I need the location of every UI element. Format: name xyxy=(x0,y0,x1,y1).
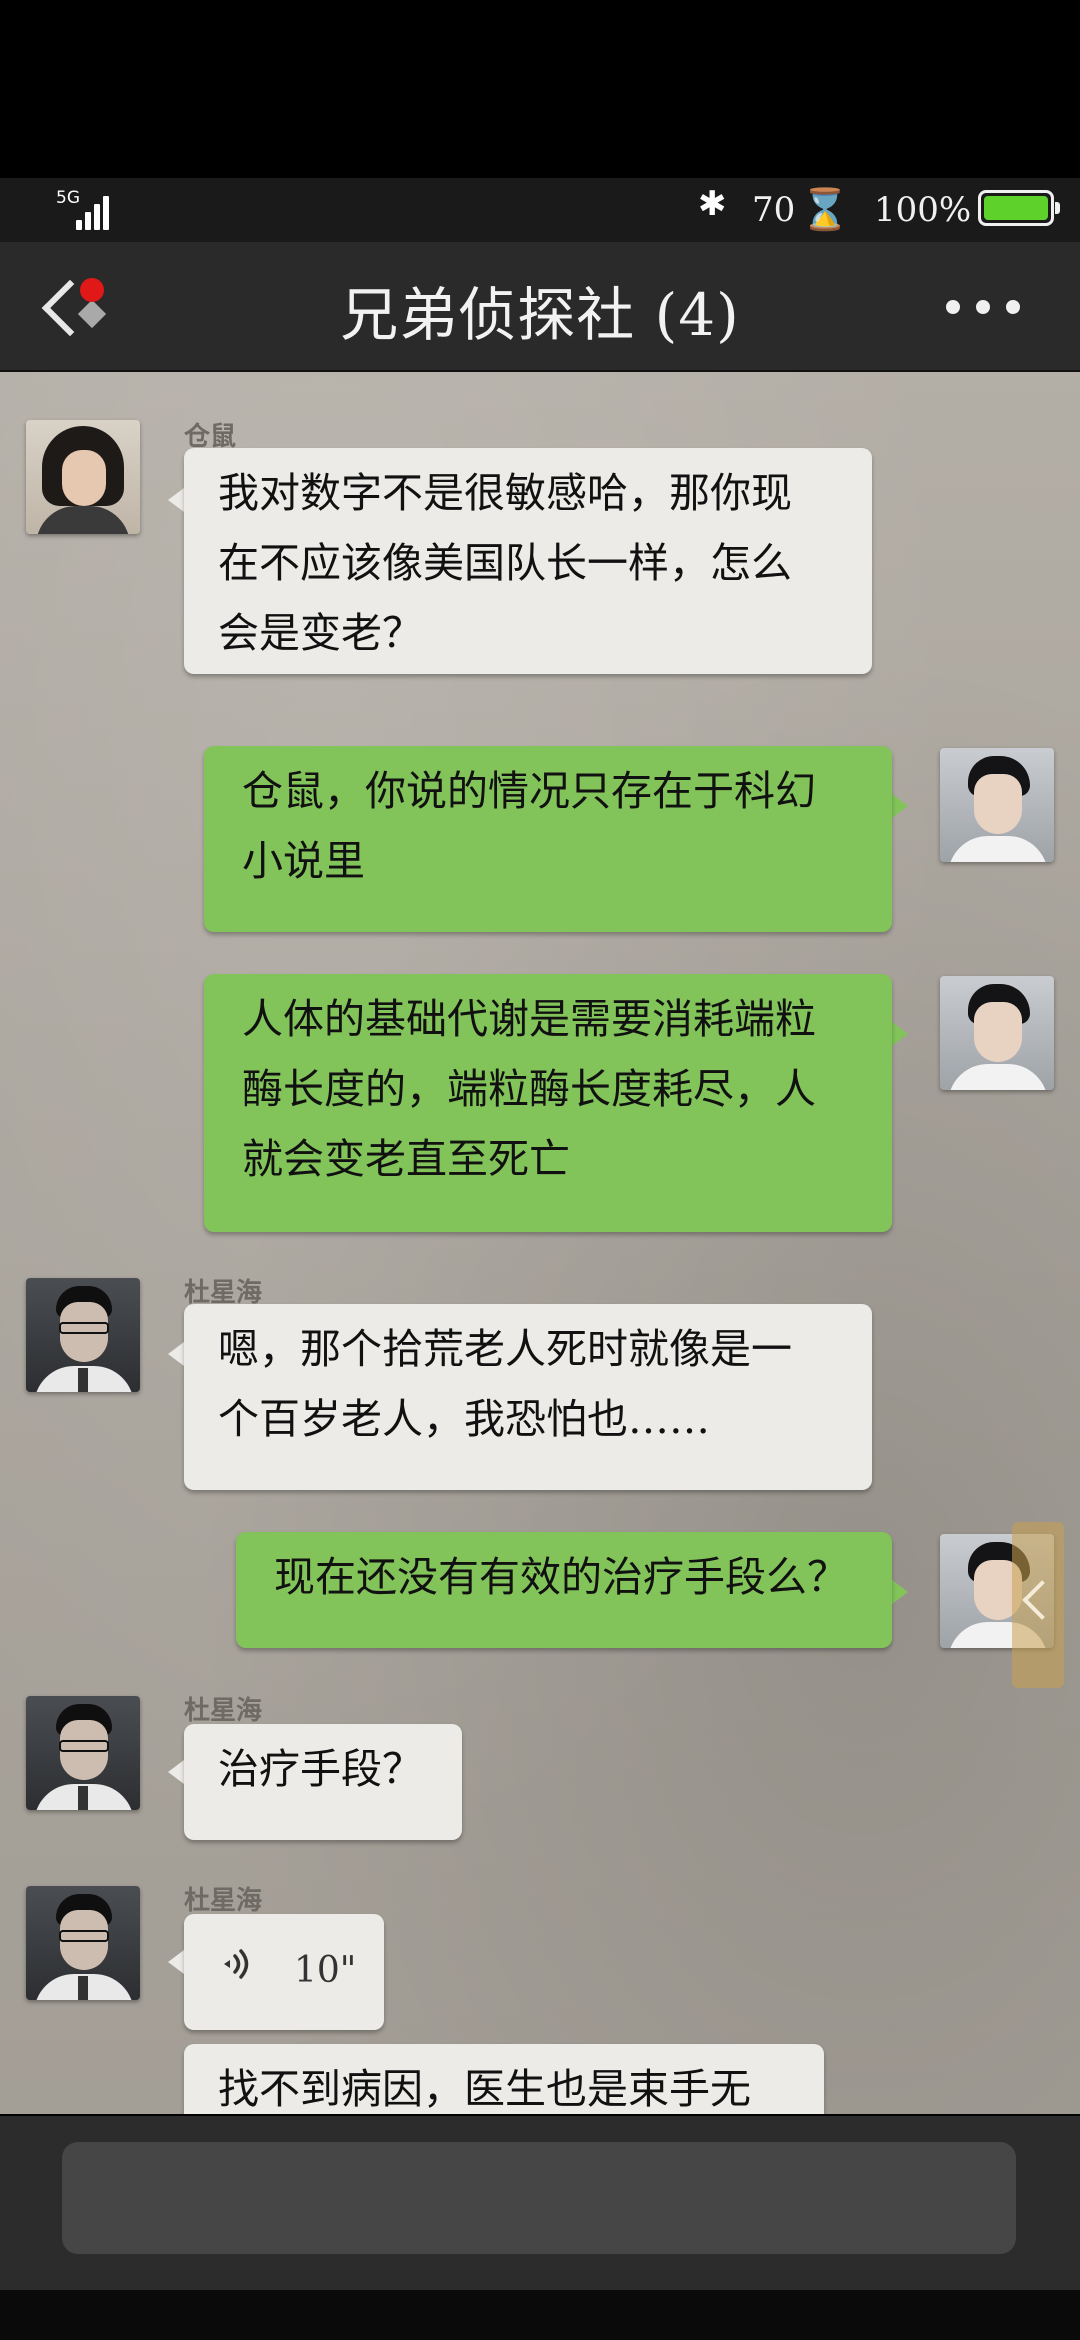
message-bubble[interactable]: 治疗手段？ xyxy=(184,1724,462,1840)
message-bubble[interactable]: 现在还没有有效的治疗手段么？ xyxy=(236,1532,892,1648)
message-bubble[interactable]: 找不到病因，医生也是束手无策 xyxy=(184,2044,824,2114)
du-xinghai-avatar[interactable] xyxy=(26,1278,140,1392)
chevron-left-icon xyxy=(1022,1580,1062,1620)
status-bar: 5G ✱ 70 ⌛ 100% xyxy=(0,178,1080,242)
chat-title: 兄弟侦探社 (4) xyxy=(340,281,740,349)
more-button[interactable] xyxy=(940,292,1040,322)
battery-icon xyxy=(978,190,1060,226)
battery-percent: 100% xyxy=(874,190,972,230)
sender-name: 杜星海 xyxy=(184,1696,263,1726)
female-avatar[interactable] xyxy=(26,420,140,534)
hourglass-icon: ⌛ xyxy=(800,187,850,233)
side-drawer-tab[interactable] xyxy=(1012,1522,1064,1688)
status-counter: 70 xyxy=(752,190,796,230)
signal-icon xyxy=(74,192,114,230)
message-bubble[interactable]: 嗯，那个拾荒老人死时就像是一 个百岁老人，我恐怕也…… xyxy=(184,1304,872,1490)
message-bubble[interactable]: 我对数字不是很敏感哈，那你现 在不应该像美国队长一样，怎么 会是变老？ xyxy=(184,448,872,674)
message-bubble[interactable]: 仓鼠，你说的情况只存在于科幻 小说里 xyxy=(204,746,892,932)
message-bubble[interactable]: 人体的基础代谢是需要消耗端粒 酶长度的，端粒酶长度耗尽，人 就会变老直至死亡 xyxy=(204,974,892,1232)
voice-duration: 10" xyxy=(294,1950,357,1991)
bottom-strip xyxy=(0,2290,1080,2340)
player-avatar[interactable] xyxy=(940,748,1054,862)
player-avatar[interactable] xyxy=(940,976,1054,1090)
bluetooth-icon: ✱ xyxy=(698,184,727,224)
chat-area[interactable]: 仓鼠 我对数字不是很敏感哈，那你现 在不应该像美国队长一样，怎么 会是变老？ 仓… xyxy=(0,372,1080,2114)
chat-header: 兄弟侦探社 (4) xyxy=(0,242,1080,372)
message-input[interactable] xyxy=(62,2142,1016,2254)
du-xinghai-avatar[interactable] xyxy=(26,1696,140,1810)
input-bar xyxy=(0,2116,1080,2290)
du-xinghai-avatar[interactable] xyxy=(26,1886,140,2000)
sender-name: 杜星海 xyxy=(184,1886,263,1916)
voice-message-bubble[interactable]: 10" xyxy=(184,1914,384,2030)
voice-wave-icon xyxy=(224,1949,249,1979)
more-dots-icon xyxy=(946,300,960,314)
